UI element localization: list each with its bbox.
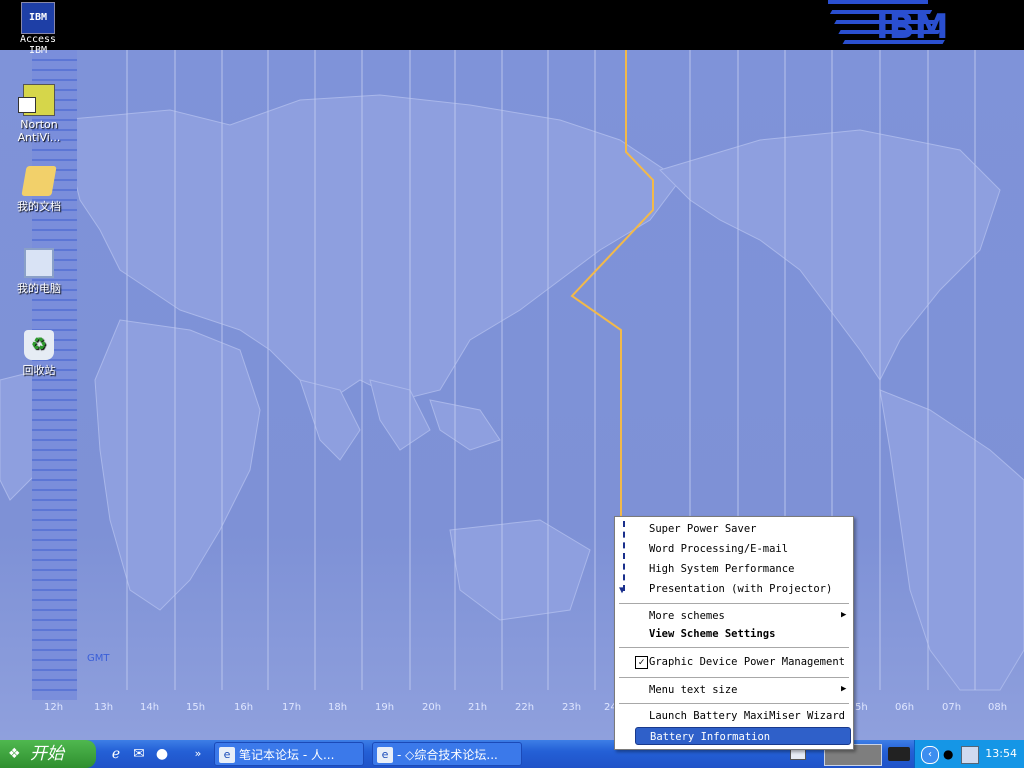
menu-item-view-scheme-settings[interactable]: View Scheme Settings <box>649 625 775 643</box>
menu-item-launch-wizard[interactable]: Launch Battery MaxiMiser Wizard <box>649 707 845 725</box>
submenu-arrow-icon: ▶ <box>841 684 847 694</box>
qq-tray-icon[interactable]: ● <box>943 746 959 762</box>
time-tick: 22h <box>515 702 535 713</box>
ie-icon: e <box>377 747 393 763</box>
time-tick: 14h <box>140 702 160 713</box>
ie-icon: e <box>219 747 235 763</box>
windows-flag-icon: ❖ <box>8 746 21 762</box>
quicklaunch-more-icon[interactable]: » <box>188 744 208 764</box>
submenu-arrow-icon: ▶ <box>841 610 847 620</box>
task-label: 笔记本论坛 - 人... <box>239 748 335 762</box>
desktop-icon-my-documents[interactable]: 我的文档 <box>8 166 70 214</box>
power-scheme-context-menu: ▼ Super Power Saver Word Processing/E-ma… <box>614 516 854 750</box>
taskbar-window-1[interactable]: e 笔记本论坛 - 人... <box>214 742 364 766</box>
menu-item-menu-text-size[interactable]: Menu text size <box>649 681 738 699</box>
keyboard-icon[interactable] <box>790 749 806 760</box>
menu-item-battery-information[interactable]: Battery Information <box>635 727 851 745</box>
menu-item-high-performance[interactable]: High System Performance <box>649 560 794 578</box>
time-tick: 18h <box>328 702 348 713</box>
menu-separator <box>619 703 849 704</box>
system-tray: ‹ ● 13:54 <box>914 740 1024 768</box>
desktop-icon-label: 我的文档 <box>17 200 61 213</box>
desktop-icon-label: 回收站 <box>22 364 56 377</box>
access-ibm-shortcut[interactable]: IBM Access IBM <box>8 2 68 56</box>
dateline <box>570 50 654 520</box>
time-tick: 16h <box>234 702 254 713</box>
computer-icon <box>24 248 54 278</box>
time-tick: 08h <box>988 702 1008 713</box>
start-label: 开始 <box>30 744 64 764</box>
clock[interactable]: 13:54 <box>985 740 1017 768</box>
norton-icon <box>18 84 55 116</box>
menu-item-presentation[interactable]: Presentation (with Projector) <box>649 580 832 598</box>
time-tick: 13h <box>94 702 114 713</box>
access-ibm-icon: IBM <box>21 2 55 34</box>
menu-separator <box>619 677 849 678</box>
desktop-icon-label: 我的电脑 <box>17 282 61 295</box>
taskbar-window-2[interactable]: e - ◇综合技术论坛... <box>372 742 522 766</box>
desktop-icon-label: Norton AntiVi... <box>17 118 61 144</box>
ibm-logo-icon: IBM <box>828 0 948 47</box>
down-arrow-icon: ▼ <box>619 585 626 596</box>
gmt-label: GMT <box>87 653 110 664</box>
power-plug-icon[interactable] <box>888 747 910 761</box>
menu-item-more-schemes[interactable]: More schemes <box>649 607 849 625</box>
desktop-icon-norton[interactable]: Norton AntiVi... <box>8 84 70 144</box>
qq-icon[interactable]: ● <box>152 744 172 764</box>
taskbar: ❖ 开始 ℯ ✉ ● » e 笔记本论坛 - 人... e- ◇综合技术论坛... … <box>0 740 1024 768</box>
task-label: - ◇综合技术论坛... <box>397 748 498 762</box>
menu-item-graphic-power[interactable]: Graphic Device Power Management <box>649 653 845 671</box>
start-button[interactable]: ❖ 开始 <box>0 740 96 768</box>
menu-item-word-processing[interactable]: Word Processing/E-mail <box>649 540 788 558</box>
access-ibm-label: Access IBM <box>19 34 57 56</box>
tray-expand-icon[interactable]: ‹ <box>921 746 939 764</box>
time-tick: 19h <box>375 702 395 713</box>
time-tick: 12h <box>44 702 64 713</box>
recycle-bin-icon: ♻ <box>24 330 54 360</box>
time-tick: 20h <box>422 702 442 713</box>
svg-text:IBM: IBM <box>876 7 948 47</box>
desktop-icon-recycle-bin[interactable]: ♻ 回收站 <box>8 330 70 378</box>
time-tick: 15h <box>186 702 206 713</box>
menu-item-label: More schemes <box>649 610 725 622</box>
time-tick: 5h <box>855 702 868 713</box>
top-bar: IBM Access IBM IBM <box>0 0 1024 56</box>
menu-separator <box>619 647 849 648</box>
time-tick: 06h <box>895 702 915 713</box>
outlook-express-icon[interactable]: ✉ <box>129 744 149 764</box>
time-tick: 17h <box>282 702 302 713</box>
ie-icon[interactable]: ℯ <box>106 744 126 764</box>
menu-item-super-power-saver[interactable]: Super Power Saver <box>649 520 756 538</box>
desktop: GMT IBM Access IBM IBM Norton AntiVi... … <box>0 0 1024 740</box>
time-zone-map <box>0 50 1024 700</box>
network-icon[interactable] <box>961 746 979 764</box>
time-tick: 21h <box>468 702 488 713</box>
menu-separator <box>619 603 849 604</box>
time-tick: 07h <box>942 702 962 713</box>
time-tick: 23h <box>562 702 582 713</box>
scheme-scroll-arrow-icon <box>623 521 629 591</box>
desktop-icon-my-computer[interactable]: 我的电脑 <box>8 248 70 296</box>
folder-icon <box>21 166 57 196</box>
world-map-wallpaper: GMT <box>0 50 1024 740</box>
checkbox-icon[interactable]: ✓ <box>635 656 648 669</box>
